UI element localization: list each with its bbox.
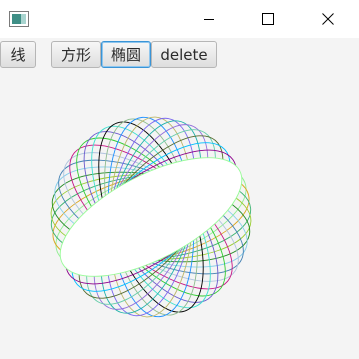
drawing-svg [50, 116, 252, 318]
toolbar: 线 方形 椭圆 delete [0, 39, 359, 73]
ellipse-tool-button[interactable]: 椭圆 [101, 41, 151, 68]
close-button[interactable] [305, 0, 351, 38]
drawing-canvas[interactable] [0, 73, 359, 355]
maximize-button[interactable] [245, 0, 291, 38]
line-tool-button[interactable]: 线 [0, 41, 36, 68]
minimize-button[interactable] [186, 0, 232, 38]
maximize-icon [262, 13, 274, 25]
minimize-icon [204, 19, 214, 20]
title-bar[interactable] [0, 0, 359, 38]
close-icon [322, 13, 334, 25]
delete-button[interactable]: delete [151, 41, 217, 68]
java-app-icon [9, 11, 29, 27]
rectangle-tool-button[interactable]: 方形 [51, 41, 101, 68]
app-window: 线 方形 椭圆 delete [0, 0, 359, 355]
